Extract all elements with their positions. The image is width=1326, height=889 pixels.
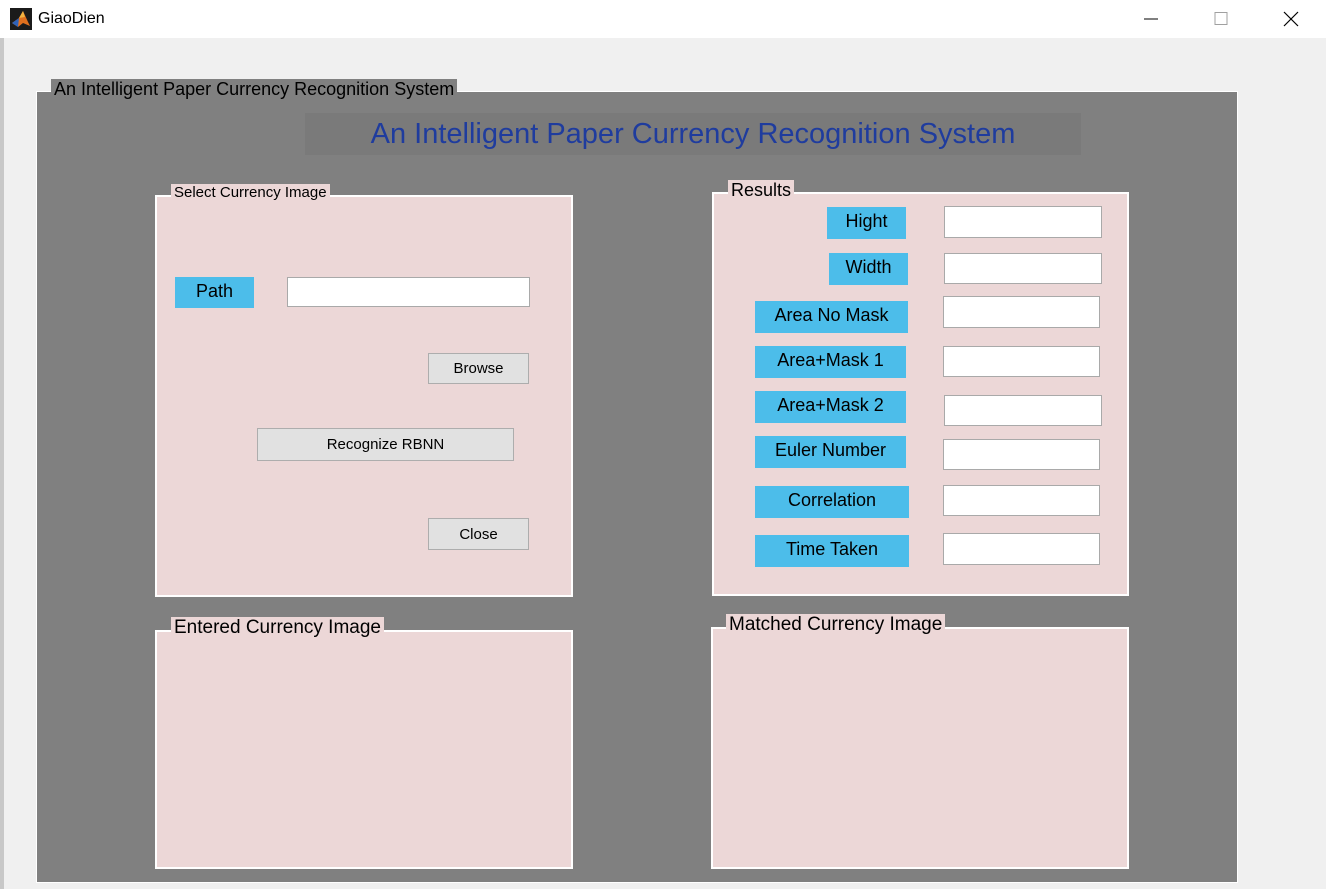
close-button[interactable]: Close bbox=[428, 518, 529, 550]
close-window-button[interactable] bbox=[1256, 0, 1326, 38]
path-label: Path bbox=[175, 277, 254, 308]
maximize-button[interactable] bbox=[1186, 0, 1256, 38]
area-mask-1-label: Area+Mask 1 bbox=[755, 346, 906, 378]
minimize-button[interactable] bbox=[1116, 0, 1186, 38]
select-currency-legend: Select Currency Image bbox=[171, 184, 330, 202]
window-edge bbox=[0, 38, 4, 889]
results-legend: Results bbox=[728, 180, 795, 201]
width-label: Width bbox=[829, 253, 908, 285]
browse-button[interactable]: Browse bbox=[428, 353, 529, 384]
main-panel-legend: An Intelligent Paper Currency Recognitio… bbox=[51, 79, 458, 100]
minimize-icon bbox=[1144, 18, 1158, 20]
width-field[interactable] bbox=[944, 253, 1102, 284]
close-icon bbox=[1283, 11, 1299, 27]
area-mask-2-field[interactable] bbox=[944, 395, 1102, 426]
entered-currency-image-legend: Entered Currency Image bbox=[171, 617, 384, 639]
time-taken-label: Time Taken bbox=[755, 535, 909, 567]
app-heading: An Intelligent Paper Currency Recognitio… bbox=[305, 113, 1081, 155]
euler-number-label: Euler Number bbox=[755, 436, 906, 468]
correlation-label: Correlation bbox=[755, 486, 909, 518]
area-mask-1-field[interactable] bbox=[943, 346, 1100, 377]
matched-currency-image-legend: Matched Currency Image bbox=[726, 614, 946, 636]
euler-number-field[interactable] bbox=[943, 439, 1100, 470]
area-no-mask-field[interactable] bbox=[943, 296, 1100, 328]
title-bar: GiaoDien bbox=[0, 0, 1326, 38]
recognize-rbnn-button[interactable]: Recognize RBNN bbox=[257, 428, 514, 461]
area-mask-2-label: Area+Mask 2 bbox=[755, 391, 906, 423]
entered-currency-image-panel bbox=[155, 630, 573, 869]
hight-label: Hight bbox=[827, 207, 906, 239]
area-no-mask-label: Area No Mask bbox=[755, 301, 908, 333]
matlab-icon bbox=[10, 8, 32, 30]
time-taken-field[interactable] bbox=[943, 533, 1100, 565]
hight-field[interactable] bbox=[944, 206, 1102, 238]
correlation-field[interactable] bbox=[943, 485, 1100, 516]
matched-currency-image-panel bbox=[711, 627, 1129, 869]
window-title: GiaoDien bbox=[38, 10, 105, 27]
maximize-icon bbox=[1214, 12, 1228, 25]
path-field[interactable] bbox=[287, 277, 530, 307]
